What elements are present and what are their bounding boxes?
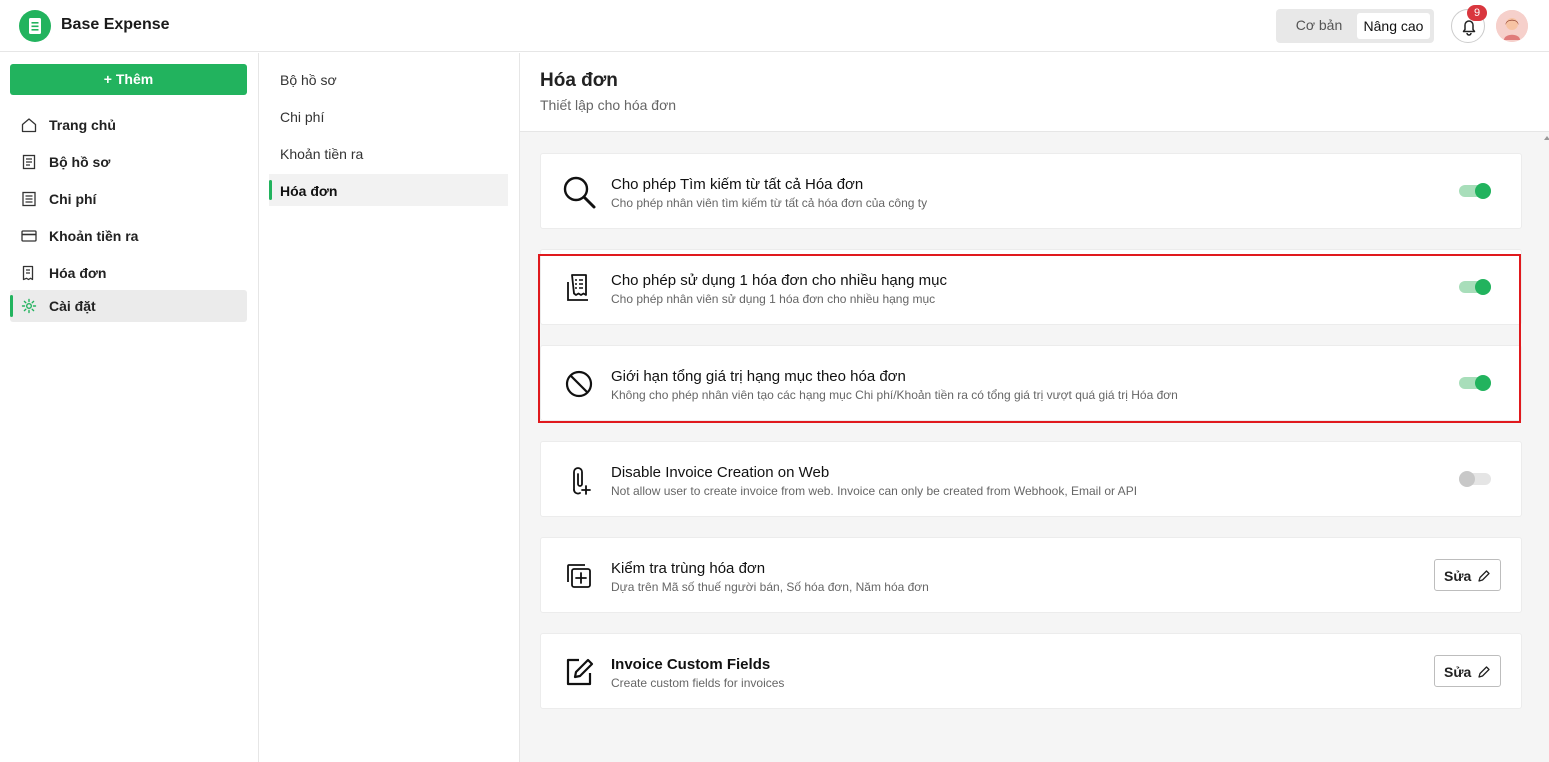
pencil-icon bbox=[1478, 666, 1490, 678]
subnav-item-invoices[interactable]: Hóa đơn bbox=[269, 174, 508, 206]
card-icon bbox=[21, 230, 37, 242]
setting-card-search-all: Cho phép Tìm kiếm từ tất cả Hóa đơn Cho … bbox=[540, 153, 1522, 229]
gear-icon bbox=[21, 298, 37, 314]
app-logo-icon[interactable] bbox=[19, 10, 51, 42]
sidebar-item-label: Hóa đơn bbox=[49, 265, 107, 281]
search-icon bbox=[563, 176, 596, 209]
duplicate-check-icon bbox=[567, 564, 591, 588]
subnav-item-label: Chi phí bbox=[280, 109, 325, 125]
pencil-icon bbox=[1478, 570, 1490, 582]
subnav-item-profiles[interactable]: Bộ hồ sơ bbox=[269, 63, 508, 95]
page-subtitle: Thiết lập cho hóa đơn bbox=[540, 97, 677, 113]
document-icon bbox=[22, 154, 36, 170]
setting-card-duplicate-check: Kiểm tra trùng hóa đơn Dựa trên Mã số th… bbox=[540, 537, 1522, 613]
subnav-item-expenses[interactable]: Chi phí bbox=[269, 100, 508, 132]
subnav-item-payouts[interactable]: Khoản tiền ra bbox=[269, 137, 508, 169]
scrollbar-arrow-icon[interactable] bbox=[1544, 136, 1549, 140]
edit-form-icon bbox=[566, 658, 594, 686]
setting-title: Kiểm tra trùng hóa đơn bbox=[611, 560, 766, 577]
settings-subnav: Bộ hồ sơ Chi phí Khoản tiền ra Hóa đơn bbox=[259, 53, 520, 762]
sidebar-item-home[interactable]: Trang chủ bbox=[10, 109, 247, 141]
setting-title: Invoice Custom Fields bbox=[611, 656, 771, 673]
setting-description: Cho phép nhân viên tìm kiếm từ tất cả hó… bbox=[611, 196, 928, 210]
subnav-item-label: Bộ hồ sơ bbox=[280, 72, 337, 88]
attachment-add-icon bbox=[573, 467, 591, 495]
disable-web-toggle[interactable] bbox=[1459, 470, 1491, 488]
top-header: Base Expense Cơ bản Nâng cao 9 bbox=[0, 0, 1549, 52]
page-title: Hóa đơn bbox=[540, 70, 618, 91]
mode-advanced-tab[interactable]: Nâng cao bbox=[1357, 13, 1430, 39]
search-all-toggle[interactable] bbox=[1459, 182, 1491, 200]
sidebar-item-invoices[interactable]: Hóa đơn bbox=[10, 257, 247, 289]
sidebar-item-label: Bộ hồ sơ bbox=[49, 154, 111, 170]
notification-badge: 9 bbox=[1467, 5, 1487, 21]
sidebar-item-payouts[interactable]: Khoản tiền ra bbox=[10, 220, 247, 252]
subnav-item-label: Hóa đơn bbox=[280, 183, 338, 199]
edit-button-label: Sửa bbox=[1444, 568, 1472, 584]
user-avatar[interactable] bbox=[1496, 10, 1528, 42]
setting-description: Not allow user to create invoice from we… bbox=[611, 484, 1138, 498]
mode-switch: Cơ bản Nâng cao bbox=[1276, 9, 1434, 43]
content-header: Hóa đơn Thiết lập cho hóa đơn bbox=[520, 53, 1549, 132]
sidebar-item-profiles[interactable]: Bộ hồ sơ bbox=[10, 146, 247, 178]
sidebar: + Thêm Trang chủ Bộ hồ sơ Chi phí Khoản … bbox=[0, 53, 259, 762]
app-title: Base Expense bbox=[61, 16, 170, 33]
home-icon bbox=[21, 118, 37, 133]
sidebar-item-label: Cài đặt bbox=[49, 298, 96, 314]
setting-description: Create custom fields for invoices bbox=[611, 676, 785, 690]
setting-card-custom-fields: Invoice Custom Fields Create custom fiel… bbox=[540, 633, 1522, 709]
custom-fields-edit-button[interactable]: Sửa bbox=[1434, 655, 1501, 687]
sidebar-item-label: Khoản tiền ra bbox=[49, 228, 139, 244]
duplicate-check-edit-button[interactable]: Sửa bbox=[1434, 559, 1501, 591]
invoice-icon bbox=[22, 265, 34, 281]
add-button[interactable]: + Thêm bbox=[10, 64, 247, 95]
sidebar-item-label: Chi phí bbox=[49, 191, 97, 207]
setting-title: Disable Invoice Creation on Web bbox=[611, 464, 830, 481]
setting-description: Dựa trên Mã số thuế người bán, Số hóa đơ… bbox=[611, 580, 929, 594]
mode-basic-tab[interactable]: Cơ bản bbox=[1284, 17, 1354, 33]
edit-button-label: Sửa bbox=[1444, 664, 1472, 680]
list-icon bbox=[22, 191, 36, 207]
sidebar-item-label: Trang chủ bbox=[49, 117, 116, 133]
sidebar-item-expenses[interactable]: Chi phí bbox=[10, 183, 247, 215]
sidebar-item-settings[interactable]: Cài đặt bbox=[10, 290, 247, 322]
setting-card-disable-web: Disable Invoice Creation on Web Not allo… bbox=[540, 441, 1522, 517]
setting-title: Cho phép Tìm kiếm từ tất cả Hóa đơn bbox=[611, 176, 864, 193]
highlight-box bbox=[538, 254, 1521, 423]
subnav-item-label: Khoản tiền ra bbox=[280, 146, 364, 162]
